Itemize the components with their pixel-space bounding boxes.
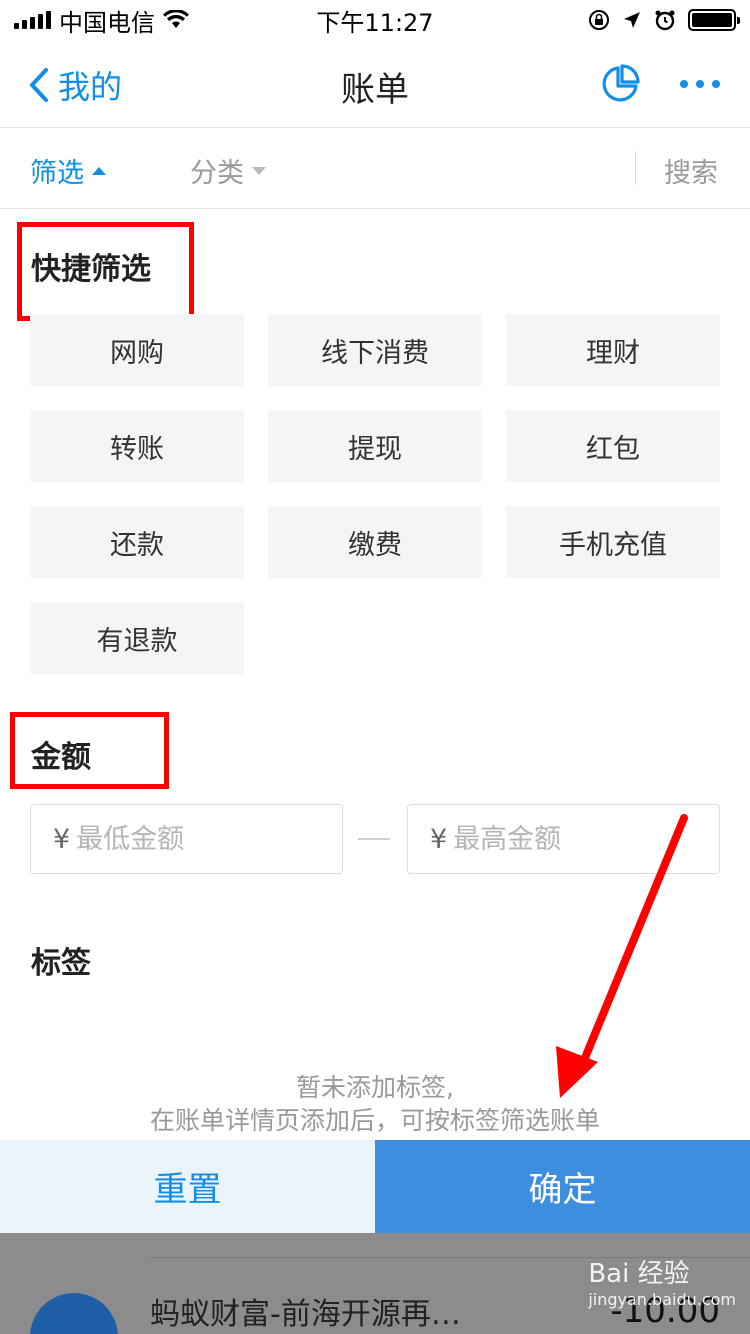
quick-filter-option[interactable]: 还款 [30, 506, 244, 578]
status-time: 下午11:27 [316, 8, 434, 37]
quick-filter-title: 快捷筛选 [31, 252, 151, 287]
avatar [30, 1293, 118, 1334]
status-bar: 中国电信 下午11:27 [0, 0, 750, 40]
search-button[interactable]: 搜索 [664, 151, 718, 190]
caret-down-icon [252, 166, 266, 175]
battery-icon [688, 9, 740, 31]
quick-filter-option[interactable]: 红包 [506, 410, 720, 482]
signal-icon [14, 11, 51, 29]
quick-filter-option[interactable]: 有退款 [30, 602, 244, 674]
alarm-icon [655, 10, 675, 31]
quick-filter-grid: 网购 线下消费 理财 转账 提现 红包 还款 缴费 手机充值 有退款 [30, 314, 720, 674]
filter-bar: 筛选 分类 搜索 [0, 129, 750, 209]
watermark-brand: Bai 经验 [588, 1259, 690, 1289]
quick-filter-option[interactable]: 理财 [506, 314, 720, 386]
background-list-overlay: 蚂蚁财富-前海开源再… -10.00 Bai 经验 jingyan.baidu.… [0, 1233, 750, 1334]
nav-bar: 我的 账单 [0, 40, 750, 128]
reset-button[interactable]: 重置 [0, 1140, 375, 1233]
rotation-lock-icon [589, 10, 609, 30]
min-amount-field[interactable]: ¥ [30, 804, 343, 874]
range-separator [358, 838, 390, 840]
tab-filter-label: 筛选 [30, 158, 84, 189]
quick-filter-option[interactable]: 手机充值 [506, 506, 720, 578]
watermark: Bai 经验 jingyan.baidu.com [588, 1253, 736, 1309]
annotation-arrow-icon [556, 814, 688, 1098]
currency-symbol: ¥ [430, 823, 448, 855]
quick-filter-option[interactable]: 线下消费 [268, 314, 482, 386]
location-icon [624, 12, 640, 28]
caret-up-icon [92, 166, 106, 175]
quick-filter-option[interactable]: 缴费 [268, 506, 482, 578]
tags-title: 标签 [31, 946, 91, 981]
carrier-label: 中国电信 [59, 8, 155, 37]
confirm-button[interactable]: 确定 [375, 1140, 750, 1233]
tab-filter[interactable]: 筛选 [30, 151, 106, 190]
amount-title: 金额 [31, 740, 91, 775]
wifi-icon [163, 10, 189, 28]
divider [635, 151, 636, 185]
status-right [588, 9, 740, 31]
quick-filter-option[interactable]: 网购 [30, 314, 244, 386]
min-amount-input[interactable] [76, 823, 317, 855]
quick-filter-option[interactable]: 转账 [30, 410, 244, 482]
currency-symbol: ¥ [53, 823, 71, 855]
more-icon[interactable] [680, 80, 720, 88]
pie-chart-icon[interactable] [600, 64, 640, 104]
status-left: 中国电信 [14, 3, 189, 38]
watermark-url: jingyan.baidu.com [588, 1290, 736, 1309]
tab-category[interactable]: 分类 [190, 151, 266, 190]
quick-filter-option[interactable]: 提现 [268, 410, 482, 482]
tab-category-label: 分类 [190, 158, 244, 189]
list-item-title: 蚂蚁财富-前海开源再… [150, 1297, 461, 1332]
